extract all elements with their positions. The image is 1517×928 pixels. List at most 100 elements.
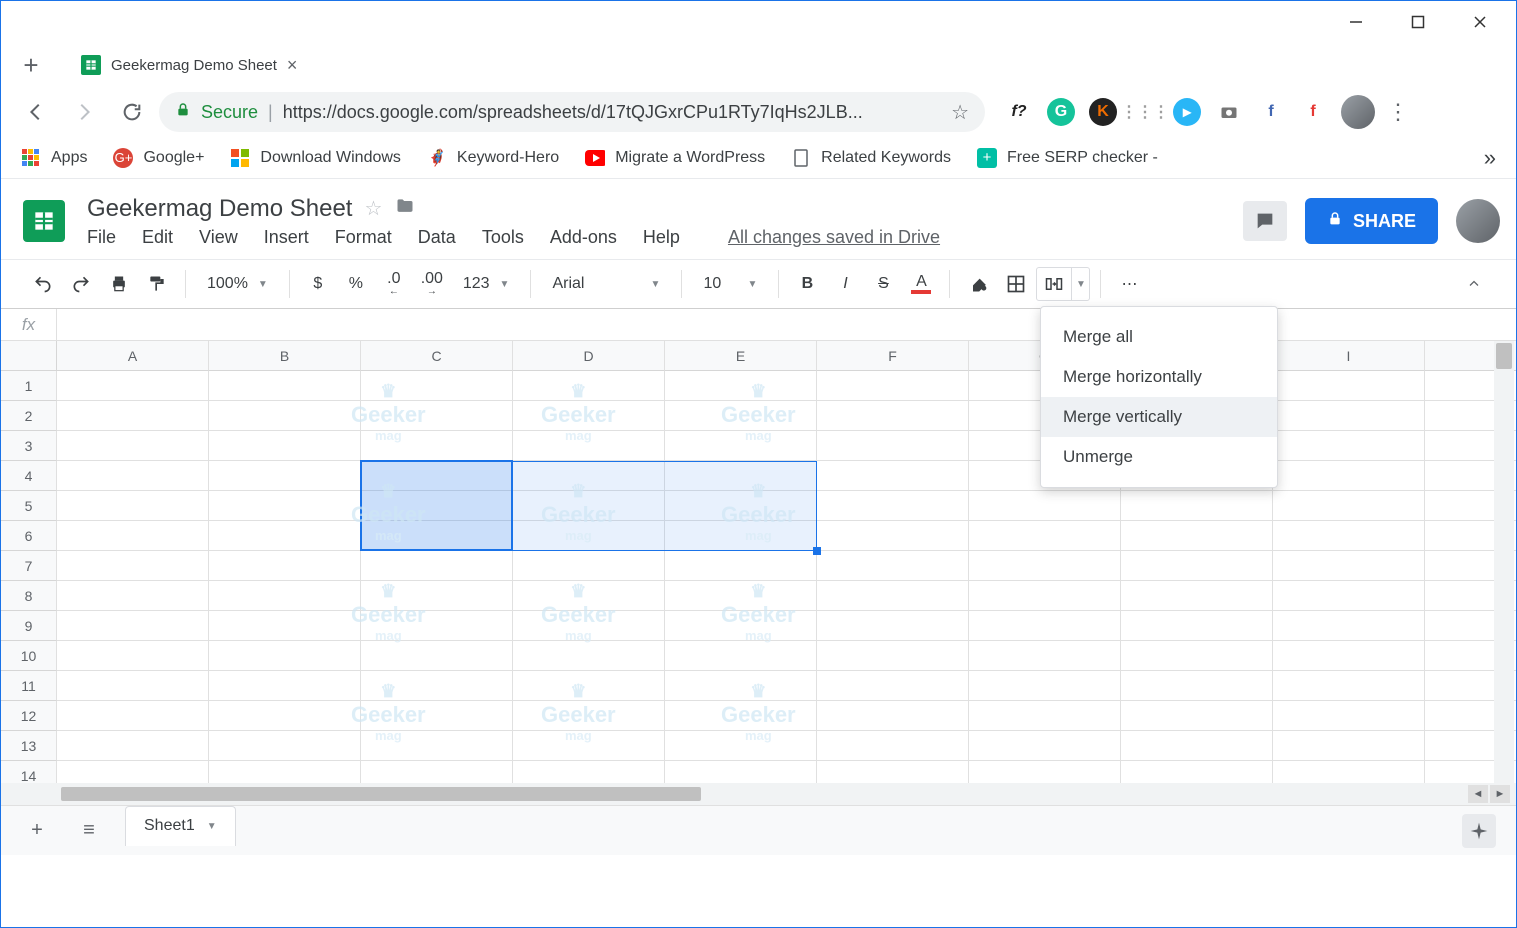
account-avatar[interactable] [1456, 199, 1500, 243]
redo-icon[interactable] [63, 266, 99, 302]
cell[interactable] [209, 461, 361, 491]
cell[interactable] [57, 521, 209, 551]
merge-icon[interactable] [1037, 275, 1071, 293]
cell[interactable] [969, 491, 1121, 521]
cell[interactable] [969, 611, 1121, 641]
merge-dropdown-caret[interactable]: ▼ [1071, 268, 1089, 300]
save-status[interactable]: All changes saved in Drive [728, 227, 940, 248]
cell[interactable] [209, 671, 361, 701]
nav-reload[interactable] [111, 91, 153, 133]
cell[interactable] [665, 761, 817, 783]
menu-format[interactable]: Format [335, 227, 392, 248]
text-color-button[interactable]: A [903, 266, 939, 302]
bookmark-apps[interactable]: Apps [21, 148, 87, 168]
bookmark-star-icon[interactable]: ☆ [951, 100, 969, 125]
column-header[interactable]: F [817, 341, 969, 371]
sheets-logo[interactable] [17, 194, 71, 248]
ext-f-red-icon[interactable]: f [1299, 98, 1327, 126]
row-header[interactable]: 3 [1, 431, 57, 461]
menu-addons[interactable]: Add-ons [550, 227, 617, 248]
window-maximize[interactable] [1387, 2, 1449, 42]
cell[interactable] [665, 731, 817, 761]
cell[interactable] [969, 761, 1121, 783]
browser-tab[interactable]: Geekermag Demo Sheet × [67, 47, 311, 84]
star-icon[interactable]: ☆ [364, 196, 382, 221]
formula-input[interactable] [57, 309, 1516, 340]
cell[interactable] [969, 551, 1121, 581]
cell[interactable] [513, 761, 665, 783]
row-header[interactable]: 9 [1, 611, 57, 641]
cell[interactable] [513, 551, 665, 581]
percent-button[interactable]: % [338, 266, 374, 302]
cell[interactable] [209, 491, 361, 521]
cell[interactable] [361, 521, 513, 551]
cell[interactable] [361, 611, 513, 641]
cell[interactable] [665, 401, 817, 431]
cell[interactable] [665, 551, 817, 581]
cell[interactable] [1273, 461, 1425, 491]
cell[interactable] [969, 671, 1121, 701]
font-selector[interactable]: Arial▼ [541, 267, 671, 301]
row-header[interactable]: 6 [1, 521, 57, 551]
cell[interactable] [817, 551, 969, 581]
horizontal-scrollbar[interactable]: ◄ ► [1, 783, 1516, 805]
ext-dots-icon[interactable]: ⋮⋮⋮ [1131, 98, 1159, 126]
new-tab-button[interactable]: + [13, 47, 49, 83]
ext-download-icon[interactable]: ▸ [1173, 98, 1201, 126]
cell[interactable] [1273, 491, 1425, 521]
cell[interactable] [57, 371, 209, 401]
merge-cells-button[interactable]: ▼ [1036, 267, 1090, 301]
row-header[interactable]: 2 [1, 401, 57, 431]
cell[interactable] [1121, 701, 1273, 731]
cell[interactable] [665, 701, 817, 731]
cell[interactable] [57, 641, 209, 671]
cell[interactable] [57, 671, 209, 701]
zoom-selector[interactable]: 100%▼ [196, 267, 279, 301]
cell[interactable] [1121, 641, 1273, 671]
ext-grammarly-icon[interactable]: G [1047, 98, 1075, 126]
cell[interactable] [209, 431, 361, 461]
sheet-tab[interactable]: Sheet1 ▼ [125, 806, 236, 846]
cell[interactable] [665, 611, 817, 641]
cell[interactable] [969, 701, 1121, 731]
cell[interactable] [209, 701, 361, 731]
menu-help[interactable]: Help [643, 227, 680, 248]
cell[interactable] [361, 671, 513, 701]
cell[interactable] [817, 401, 969, 431]
cell[interactable] [209, 551, 361, 581]
cell[interactable] [361, 371, 513, 401]
add-sheet-button[interactable]: + [21, 815, 53, 847]
ext-k-icon[interactable]: K [1089, 98, 1117, 126]
cell[interactable] [665, 581, 817, 611]
cell[interactable] [817, 761, 969, 783]
cell[interactable] [57, 461, 209, 491]
explore-button[interactable] [1462, 814, 1496, 848]
cell[interactable] [209, 731, 361, 761]
bookmark-migrate-wp[interactable]: Migrate a WordPress [585, 148, 765, 168]
scroll-left-icon[interactable]: ◄ [1468, 785, 1488, 803]
cell[interactable] [361, 701, 513, 731]
column-header[interactable]: D [513, 341, 665, 371]
font-size-selector[interactable]: 10▼ [692, 267, 768, 301]
cell[interactable] [817, 671, 969, 701]
borders-button[interactable] [998, 266, 1034, 302]
cell[interactable] [57, 551, 209, 581]
cell[interactable] [1273, 701, 1425, 731]
cell[interactable] [817, 731, 969, 761]
cell[interactable] [1121, 671, 1273, 701]
cell[interactable] [1121, 761, 1273, 783]
cell[interactable] [513, 581, 665, 611]
row-header[interactable]: 1 [1, 371, 57, 401]
undo-icon[interactable] [25, 266, 61, 302]
cell[interactable] [57, 701, 209, 731]
cell[interactable] [57, 491, 209, 521]
row-header[interactable]: 14 [1, 761, 57, 783]
cell[interactable] [817, 461, 969, 491]
select-all-corner[interactable] [1, 341, 57, 371]
increase-decimal-button[interactable]: .00→ [414, 266, 450, 302]
cell[interactable] [817, 581, 969, 611]
cell[interactable] [209, 611, 361, 641]
bookmark-serp-checker[interactable]: + Free SERP checker - [977, 148, 1158, 168]
unmerge-item[interactable]: Unmerge [1041, 437, 1277, 477]
row-header[interactable]: 5 [1, 491, 57, 521]
